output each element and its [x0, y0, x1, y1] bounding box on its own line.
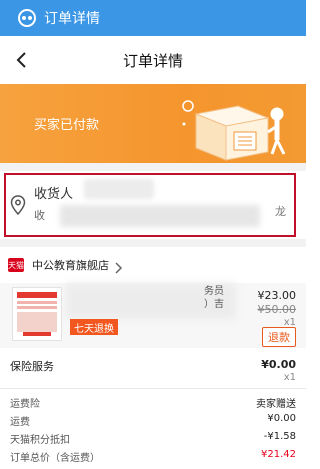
product-price: ¥23.00 — [257, 289, 297, 302]
redacted-receiver-name — [84, 179, 154, 199]
insurance-quantity: x1 — [283, 372, 296, 383]
product-title-fragment: 务员 ）吉 — [204, 286, 224, 310]
location-pin-icon — [10, 195, 26, 216]
summary-row-shipping-fee: 运费 ¥0.00 — [10, 413, 296, 428]
summary-row-points-discount: 天猫积分抵扣 -¥1.58 — [10, 431, 296, 446]
order-status-text: 买家已付款 — [34, 118, 100, 133]
top-bar-title: 订单详情 — [44, 11, 100, 27]
store-name[interactable]: 中公教育旗舰店 — [32, 257, 109, 273]
address-line-fragment: 收 — [34, 209, 45, 222]
shipping-address-section[interactable]: 收货人 收 龙 — [0, 171, 306, 239]
app-top-bar: 订单详情 — [0, 0, 306, 36]
product-thumbnail[interactable] — [12, 287, 62, 341]
return-policy-tag: 七天退换 — [70, 319, 118, 335]
order-status-banner: 买家已付款 — [0, 84, 306, 163]
summary-row-order-total: 订单总价（含运费） ¥21.42 — [10, 449, 296, 464]
summary-row-shipping-insurance: 运费险 卖家赠送 — [10, 399, 296, 410]
product-original-price: ¥50.00 — [257, 303, 297, 316]
section-divider — [0, 239, 306, 247]
tmall-badge: 天猫 — [8, 258, 24, 272]
chevron-left-icon[interactable] — [6, 44, 38, 76]
refund-button[interactable]: 退款 — [262, 327, 296, 347]
section-divider — [0, 163, 306, 171]
redacted-address — [60, 205, 260, 227]
store-row[interactable]: 天猫 中公教育旗舰店 — [0, 247, 306, 283]
nav-bar: 订单详情 — [0, 36, 306, 84]
page-title: 订单详情 — [122, 51, 183, 70]
receiver-label: 收货人 — [34, 187, 74, 202]
chevron-right-icon[interactable] — [113, 259, 123, 274]
app-logo-icon — [18, 9, 36, 27]
insurance-label: 保险服务 — [10, 360, 54, 373]
box-with-person-illustration — [176, 84, 294, 163]
insurance-value: ¥0.00 — [261, 358, 296, 371]
order-summary: 运费险 卖家赠送 运费 ¥0.00 天猫积分抵扣 -¥1.58 订单总价（含运费… — [0, 389, 306, 469]
insurance-service-row: 保险服务 ¥0.00 x1 — [0, 348, 306, 388]
address-tail-fragment: 龙 — [275, 205, 286, 218]
